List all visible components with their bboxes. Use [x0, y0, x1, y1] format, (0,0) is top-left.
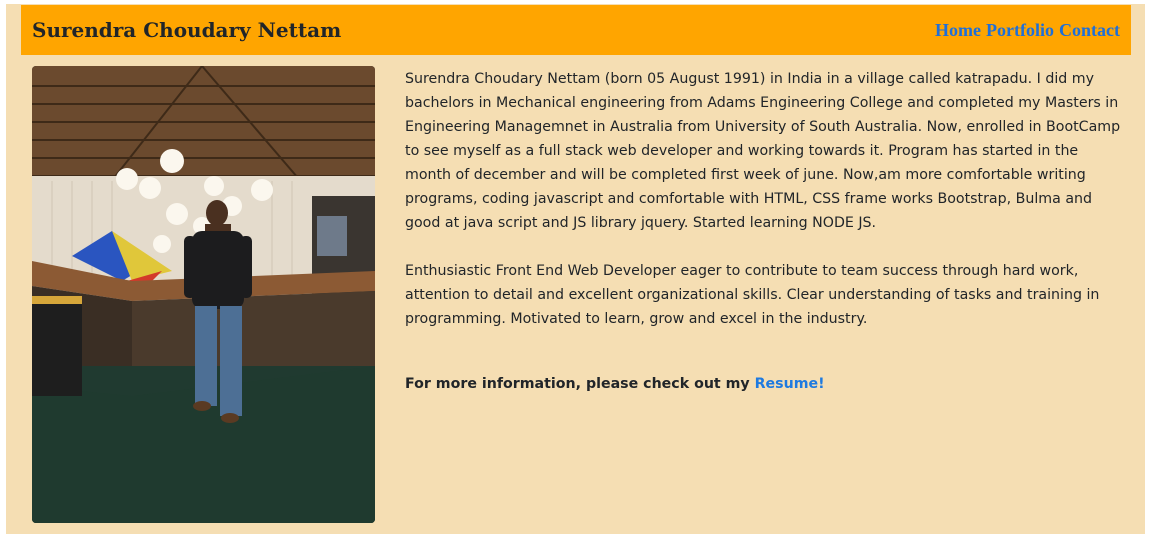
bio-paragraph-1: Surendra Choudary Nettam (born 05 August…: [405, 71, 1121, 231]
resume-link[interactable]: Resume!: [755, 376, 825, 392]
site-header: Surendra Choudary Nettam Home Portfolio …: [21, 5, 1131, 55]
nav-link-portfolio[interactable]: Portfolio: [986, 19, 1054, 41]
nav-link-contact[interactable]: Contact: [1059, 19, 1120, 41]
nav-link-home[interactable]: Home: [935, 19, 981, 41]
bio-section: Surendra Choudary Nettam (born 05 August…: [405, 67, 1125, 331]
site-title: Surendra Choudary Nettam: [32, 18, 342, 42]
profile-photo: [32, 66, 375, 523]
bio-paragraph-2: Enthusiastic Front End Web Developer eag…: [405, 263, 1100, 327]
page-container: Surendra Choudary Nettam Home Portfolio …: [6, 4, 1145, 534]
more-info-text: For more information, please check out m…: [405, 376, 755, 392]
more-info-line: For more information, please check out m…: [405, 372, 1125, 396]
main-nav: Home Portfolio Contact: [935, 19, 1120, 41]
